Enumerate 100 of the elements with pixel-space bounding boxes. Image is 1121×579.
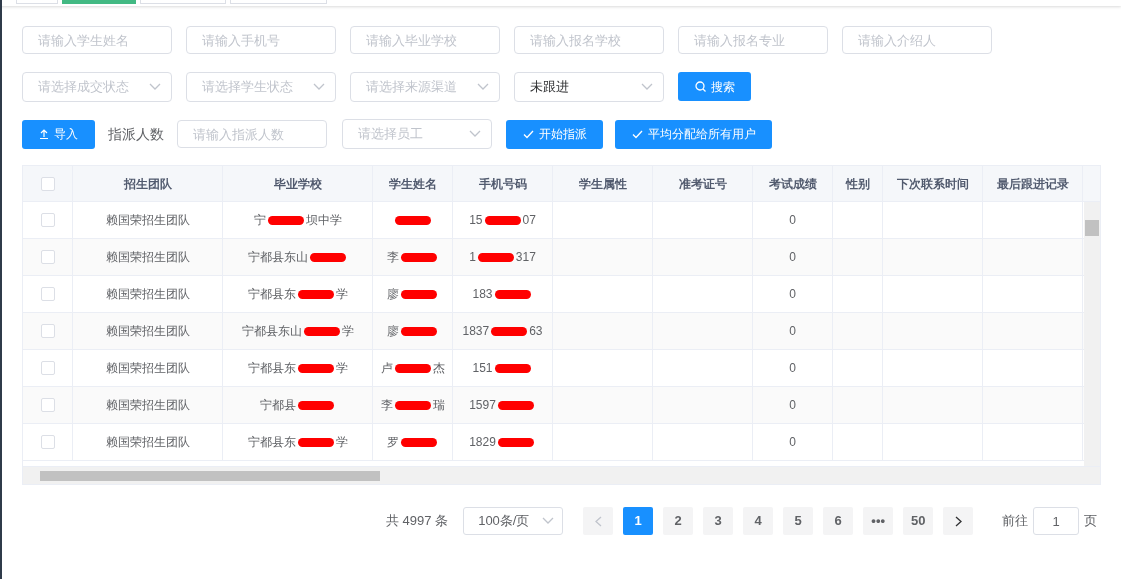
table-cell-text: 63 — [529, 323, 543, 340]
table-cell-text: 卢 — [380, 360, 393, 377]
checkbox[interactable] — [40, 398, 55, 412]
chevron-left-icon — [594, 515, 602, 527]
table-cell-text: 1829 — [469, 434, 496, 451]
tab[interactable] — [62, 0, 136, 4]
goto-label: 前往 — [1002, 512, 1029, 531]
check-icon — [631, 129, 643, 139]
page-button[interactable]: 5 — [783, 507, 814, 535]
checkbox[interactable] — [40, 435, 55, 449]
redaction-mark — [477, 252, 514, 262]
vertical-scrollbar[interactable] — [1084, 202, 1100, 466]
table-cell-text: 0 — [789, 249, 796, 266]
column-header: 最后跟进记录 — [996, 175, 1069, 193]
table-cell-text: 廖 — [386, 323, 399, 340]
input-field[interactable]: 请输入指派人数 — [177, 120, 327, 148]
table-cell-text: 1 — [469, 249, 476, 266]
table-cell-text: 学 — [335, 360, 348, 377]
table-cell-text: 0 — [789, 286, 796, 303]
redaction-mark — [494, 289, 531, 299]
upload-icon — [39, 129, 49, 139]
start-assign-button[interactable]: 开始指派 — [506, 119, 603, 149]
redaction-mark — [400, 437, 437, 447]
page-size-select[interactable]: 100条/页 — [463, 507, 564, 535]
table-cell-text: 317 — [515, 249, 536, 266]
table-cell-text: 廖 — [386, 286, 399, 303]
page-button[interactable]: 50 — [903, 507, 934, 535]
table-cell-text: 瑞 — [432, 397, 445, 414]
column-header: 毕业学校 — [273, 175, 322, 193]
redaction-mark — [394, 400, 431, 410]
redaction-mark — [297, 437, 334, 447]
page-button[interactable]: ••• — [863, 507, 894, 535]
redaction-mark — [297, 400, 334, 410]
redaction-mark — [484, 215, 521, 225]
checkbox[interactable] — [40, 361, 55, 375]
checkbox[interactable] — [40, 176, 55, 191]
redaction-mark — [309, 252, 346, 262]
page-button[interactable]: 2 — [663, 507, 694, 535]
tab[interactable] — [230, 0, 327, 4]
redaction-mark — [497, 400, 534, 410]
table-cell-text: 宁都县东 — [247, 360, 296, 377]
table-cell-text: 罗 — [386, 434, 399, 451]
tab[interactable] — [16, 0, 58, 4]
table-cell-text: 0 — [789, 212, 796, 229]
checkbox[interactable] — [40, 287, 55, 301]
table-cell-text: 赖国荣招生团队 — [105, 286, 190, 303]
table-cell-text: 宁都县东山 — [247, 249, 308, 266]
checkbox[interactable] — [40, 250, 55, 264]
column-header: 学生属性 — [578, 175, 627, 193]
table-cell-text: 赖国荣招生团队 — [105, 434, 190, 451]
page-button[interactable]: 1 — [623, 507, 654, 535]
page-number-field[interactable]: 1 — [1033, 507, 1080, 535]
input-field[interactable]: 请输入手机号 — [186, 26, 336, 54]
table-cell-text: 李 — [380, 397, 393, 414]
table-cell-text: 15 — [469, 212, 483, 229]
redaction-mark — [400, 326, 437, 336]
input-field[interactable]: 请输入报名专业 — [678, 26, 828, 54]
input-field[interactable]: 请输入报名学校 — [514, 26, 664, 54]
total-count: 共 4997 条 — [386, 512, 449, 531]
previous-page-button[interactable] — [583, 507, 614, 535]
distribute-button[interactable]: 平均分配给所有用户 — [615, 119, 772, 149]
table-cell-text: 183 — [472, 286, 493, 303]
redaction-mark — [400, 252, 437, 262]
table-cell-text: 赖国荣招生团队 — [105, 323, 190, 340]
table-cell-text: 1597 — [469, 397, 496, 414]
page-suffix: 页 — [1084, 512, 1098, 531]
input-field[interactable]: 请输入介绍人 — [842, 26, 992, 54]
column-header: 下次联系时间 — [896, 175, 969, 193]
table-cell-text: 赖国荣招生团队 — [105, 249, 190, 266]
search-button[interactable]: 搜索 — [678, 72, 751, 101]
table-cell-text: 杰 — [432, 360, 445, 377]
redaction-mark — [267, 215, 304, 225]
search-icon — [694, 81, 706, 92]
table-cell-text: 学 — [335, 434, 348, 451]
select-field[interactable]: 未跟进 — [514, 72, 664, 102]
input-field[interactable]: 请输入学生姓名 — [22, 26, 172, 54]
page-button[interactable]: 3 — [703, 507, 734, 535]
table-cell-text: 07 — [522, 212, 536, 229]
page-button[interactable]: 6 — [823, 507, 854, 535]
table-cell-text: 1837 — [462, 323, 490, 340]
next-page-button[interactable] — [943, 507, 974, 535]
checkbox[interactable] — [40, 213, 55, 227]
horizontal-scrollbar[interactable] — [23, 466, 1100, 484]
redaction-mark — [491, 326, 528, 336]
redaction-mark — [394, 363, 431, 373]
chevron-down-icon — [641, 83, 653, 91]
page-button[interactable]: 4 — [743, 507, 774, 535]
table-cell-text: 宁 — [253, 212, 266, 229]
redaction-mark — [297, 289, 334, 299]
table-cell-text: 0 — [789, 434, 796, 451]
chevron-down-icon — [313, 83, 325, 91]
input-field[interactable]: 请输入毕业学校 — [350, 26, 500, 54]
redaction-mark — [394, 215, 431, 225]
checkbox[interactable] — [40, 324, 55, 338]
table-cell-text: 宁都县东 — [247, 286, 296, 303]
redaction-mark — [494, 363, 531, 373]
assign-label: 指派人数 — [108, 124, 164, 144]
redaction-mark — [297, 363, 334, 373]
tab[interactable] — [140, 0, 226, 4]
import-button[interactable]: 导入 — [22, 119, 95, 149]
